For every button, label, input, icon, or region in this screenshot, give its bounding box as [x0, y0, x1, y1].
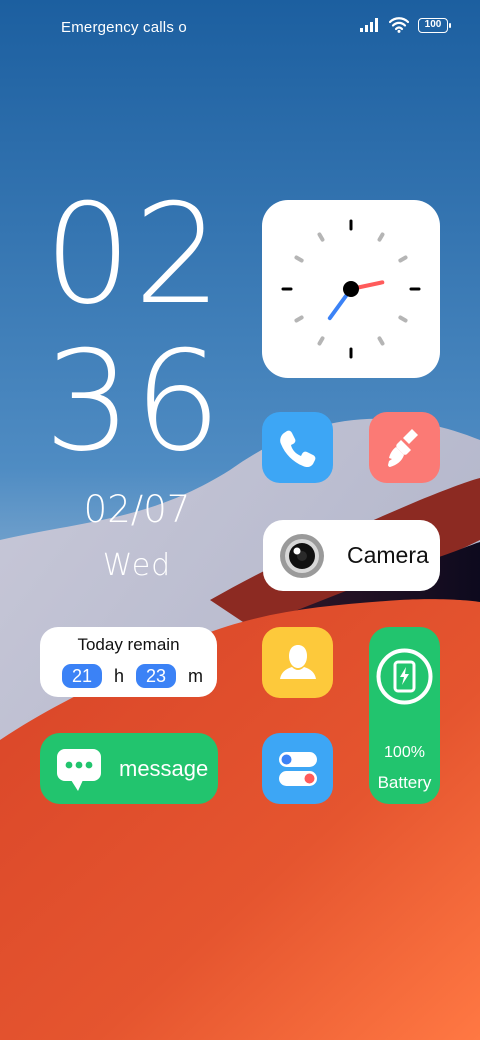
weekday-text: Wed	[102, 548, 172, 583]
remain-hours-unit: h	[114, 665, 125, 686]
clock-tick	[317, 232, 325, 242]
camera-label: Camera	[347, 542, 429, 568]
signal-bars-icon	[360, 18, 378, 32]
battery-percent: 100%	[384, 744, 425, 761]
clock-tick	[294, 255, 304, 263]
clock-center	[343, 281, 359, 297]
status-icons: 100	[360, 17, 451, 33]
contact-person-icon	[279, 644, 316, 679]
battery-status-icon: 100	[418, 17, 451, 33]
message-label: message	[119, 756, 209, 781]
clock-tick	[398, 255, 408, 263]
today-remain-row: 21 h 23 m	[62, 664, 203, 688]
clock-tick	[294, 315, 304, 323]
battery-widget[interactable]: 100% Battery	[369, 627, 440, 804]
remain-hours-value: 21	[62, 664, 102, 688]
remain-minutes-value: 23	[136, 664, 177, 688]
camera-widget[interactable]: Camera	[263, 520, 440, 591]
phone-icon	[279, 430, 315, 467]
date-text: 02/07	[83, 488, 191, 531]
broom-icon	[387, 428, 418, 467]
settings-app-icon[interactable]	[262, 733, 333, 804]
camera-lens-icon	[280, 534, 324, 578]
clock-minute[interactable]: 36	[44, 333, 224, 471]
remain-minutes-unit: m	[188, 665, 204, 686]
battery-label: Battery	[377, 773, 432, 792]
clock-tick	[377, 232, 385, 242]
clock-tick	[317, 336, 325, 346]
cleaner-app-icon[interactable]	[369, 412, 440, 483]
phone-charging-icon	[376, 648, 433, 705]
carrier-status-text: Emergency calls o	[61, 19, 187, 36]
clock-tick	[398, 315, 408, 323]
contacts-app-icon[interactable]	[262, 627, 333, 698]
wifi-icon	[389, 17, 409, 33]
clock-tick	[377, 336, 385, 346]
today-remain-title: Today remain	[77, 635, 180, 654]
chat-bubble-icon	[57, 749, 101, 791]
analog-clock-face	[281, 219, 421, 359]
clock-hour[interactable]: 02	[44, 186, 224, 324]
today-remain-widget[interactable]: Today remain 21 h 23 m	[40, 627, 217, 697]
phone-app-icon[interactable]	[262, 412, 333, 483]
toggle-switches-icon	[278, 751, 317, 786]
analog-clock-widget[interactable]	[262, 200, 440, 378]
message-widget[interactable]: message	[40, 733, 218, 804]
status-bar: Emergency calls o 100	[0, 0, 480, 56]
